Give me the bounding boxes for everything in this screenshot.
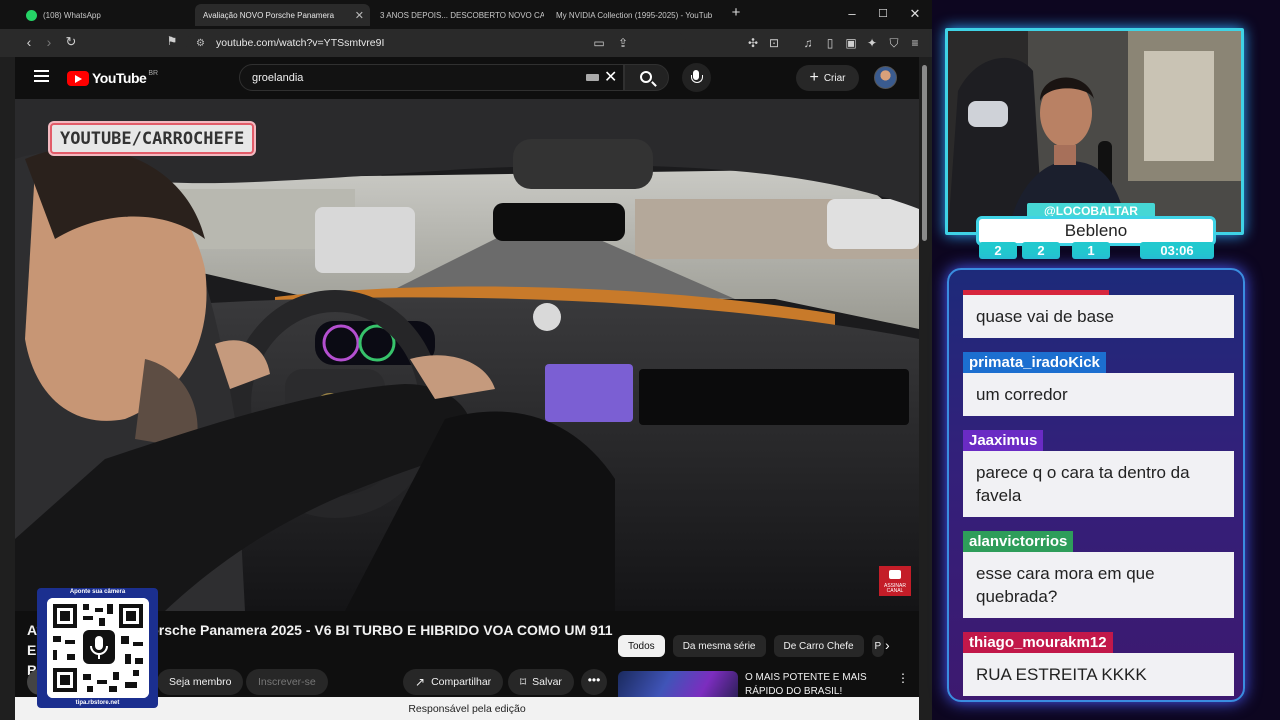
cast-icon[interactable]: ▭ — [591, 35, 607, 51]
clear-search-icon[interactable]: ✕ — [604, 67, 617, 87]
whatsapp-icon — [26, 9, 37, 21]
chip-channel[interactable]: De Carro Chefe — [773, 635, 864, 657]
chat-panel: quase vai de base primata_iradoKick um c… — [947, 268, 1245, 702]
chat-message: parece q o cara ta dentro da favela — [963, 451, 1234, 517]
country-code: BR — [148, 69, 159, 77]
new-tab-button[interactable]: + — [726, 4, 746, 21]
share-button[interactable]: ↗ Compartilhar — [403, 669, 504, 695]
close-tab-icon[interactable]: ✕ — [355, 9, 364, 22]
bookmark-icon[interactable]: ⚑ — [163, 34, 181, 48]
tab-porsche-video[interactable]: Avaliação NOVO Porsche Panamera ✕ — [195, 4, 370, 26]
counter-1: 2 — [979, 242, 1017, 259]
search-icon — [640, 71, 652, 83]
minimize-icon[interactable]: – — [842, 6, 862, 21]
youtube-play-icon — [67, 70, 89, 86]
account-avatar[interactable] — [874, 66, 897, 89]
forward-icon[interactable]: › — [40, 34, 58, 50]
more-actions-icon[interactable]: ••• — [581, 669, 607, 695]
scrollbar-thumb[interactable] — [922, 65, 927, 241]
chip-truncated[interactable]: P — [871, 635, 884, 657]
save-button[interactable]: ⌑ Salvar — [508, 669, 574, 695]
search-button[interactable] — [624, 64, 669, 91]
video-player[interactable]: YOUTUBE/CARROCHEFE ASSINAR CANAL — [15, 99, 919, 611]
counter-2: 2 — [1022, 242, 1060, 259]
qr-caption-top: Aponte sua câmera — [69, 589, 126, 595]
subscribe-watermark[interactable]: ASSINAR CANAL — [879, 566, 911, 596]
guide-menu-icon[interactable] — [34, 70, 49, 82]
qr-code — [47, 598, 149, 698]
maximize-icon[interactable]: ☐ — [873, 7, 893, 20]
leo-ai-icon[interactable]: ✦ — [864, 35, 880, 51]
chat-message: esse cara mora em que quebrada? — [963, 552, 1234, 618]
create-label: Criar — [823, 72, 846, 84]
chat-username: Jaaximus — [963, 430, 1044, 451]
tab-label: Avaliação NOVO Porsche Panamera — [203, 10, 335, 20]
tab-bar: (108) WhatsApp Avaliação NOVO Porsche Pa… — [0, 0, 932, 29]
close-window-icon[interactable]: ✕ — [905, 6, 925, 22]
streamer-camera-feed — [948, 31, 1241, 232]
youtube-logo[interactable]: YouTube BR — [67, 70, 158, 86]
join-button[interactable]: Seja membro — [157, 669, 244, 695]
stream-timer: 03:06 — [1140, 242, 1214, 259]
share-label: Compartilhar — [431, 676, 492, 688]
chip-same-series[interactable]: Da mesma série — [672, 635, 766, 657]
save-label: Salvar — [532, 676, 562, 688]
chat-message: um corredor — [963, 373, 1234, 416]
extensions-icon[interactable]: ✣ — [745, 35, 761, 51]
keyboard-icon[interactable] — [586, 74, 599, 81]
subscribe-button[interactable]: Inscrever-se — [246, 669, 328, 695]
qr-caption-bottom: tipa.rbstore.net — [75, 700, 120, 706]
menu-icon[interactable]: ≡ — [907, 35, 923, 51]
qr-overlay: Aponte sua câmera tipa.rbstore.net — [37, 588, 158, 708]
channel-watermark: YOUTUBE/CARROCHEFE — [50, 123, 255, 154]
filter-chips: Todos Da mesma série De Carro Chefe P — [618, 635, 884, 659]
create-button[interactable]: + Criar — [796, 65, 859, 91]
bookmark-save-icon: ⌑ — [520, 675, 527, 689]
reload-icon[interactable]: ↻ — [62, 34, 80, 50]
chat-message: quase vai de base — [963, 295, 1234, 338]
share-icon[interactable]: ⇪ — [615, 35, 631, 51]
video-frame — [15, 99, 919, 611]
voice-search-icon[interactable] — [682, 63, 711, 92]
url-text: youtube.com/watch?v=YTSsmtvre9I — [216, 37, 385, 49]
vpn-icon[interactable]: ⛉ — [886, 35, 902, 51]
recommended-menu-icon[interactable]: ⋮ — [897, 671, 909, 685]
chevron-right-icon[interactable]: › — [885, 637, 890, 653]
media-icon[interactable]: ♫ — [800, 35, 816, 51]
youtube-header: YouTube BR groelandia ✕ + Criar — [15, 57, 919, 99]
site-info-icon[interactable]: ⚙ — [196, 38, 205, 49]
search-value: groelandia — [252, 71, 304, 84]
chip-all[interactable]: Todos — [618, 635, 665, 657]
url-field[interactable]: ⚙ youtube.com/watch?v=YTSsmtvre9I — [186, 32, 686, 54]
tab-label: (108) WhatsApp — [43, 10, 101, 20]
wallet-icon[interactable]: ▣ — [843, 35, 859, 51]
tab-label: My NVIDIA Collection (1995-2025) - YouTu… — [556, 10, 713, 20]
share-arrow-icon: ↗ — [415, 675, 426, 689]
chat-message: RUA ESTREITA KKKK — [963, 653, 1234, 696]
tab-nvidia[interactable]: My NVIDIA Collection (1995-2025) - YouTu… — [548, 4, 720, 26]
search-input[interactable]: groelandia — [239, 64, 624, 91]
logo-text: YouTube — [92, 70, 147, 86]
plus-icon: + — [809, 69, 819, 86]
tab-whatsapp[interactable]: (108) WhatsApp — [18, 4, 193, 26]
tab-3-anos[interactable]: 3 ANOS DEPOIS... DESCOBERTO NOVO CAP — [372, 4, 544, 26]
tab-label: 3 ANOS DEPOIS... DESCOBERTO NOVO CAP — [380, 10, 544, 20]
page-scrollbar[interactable] — [921, 57, 929, 720]
address-bar-row: ‹ › ↻ ⚑ ⚙ youtube.com/watch?v=YTSsmtvre9… — [0, 29, 932, 79]
chat-username: thiago_mourakm12 — [963, 632, 1113, 653]
counter-3: 1 — [1072, 242, 1110, 259]
back-icon[interactable]: ‹ — [20, 34, 38, 50]
screenshot-icon[interactable]: ⊡ — [766, 35, 782, 51]
sidebar-icon[interactable]: ▯ — [822, 35, 838, 51]
chat-username: primata_iradoKick — [963, 352, 1106, 373]
chat-username: alanvictorrios — [963, 531, 1074, 552]
